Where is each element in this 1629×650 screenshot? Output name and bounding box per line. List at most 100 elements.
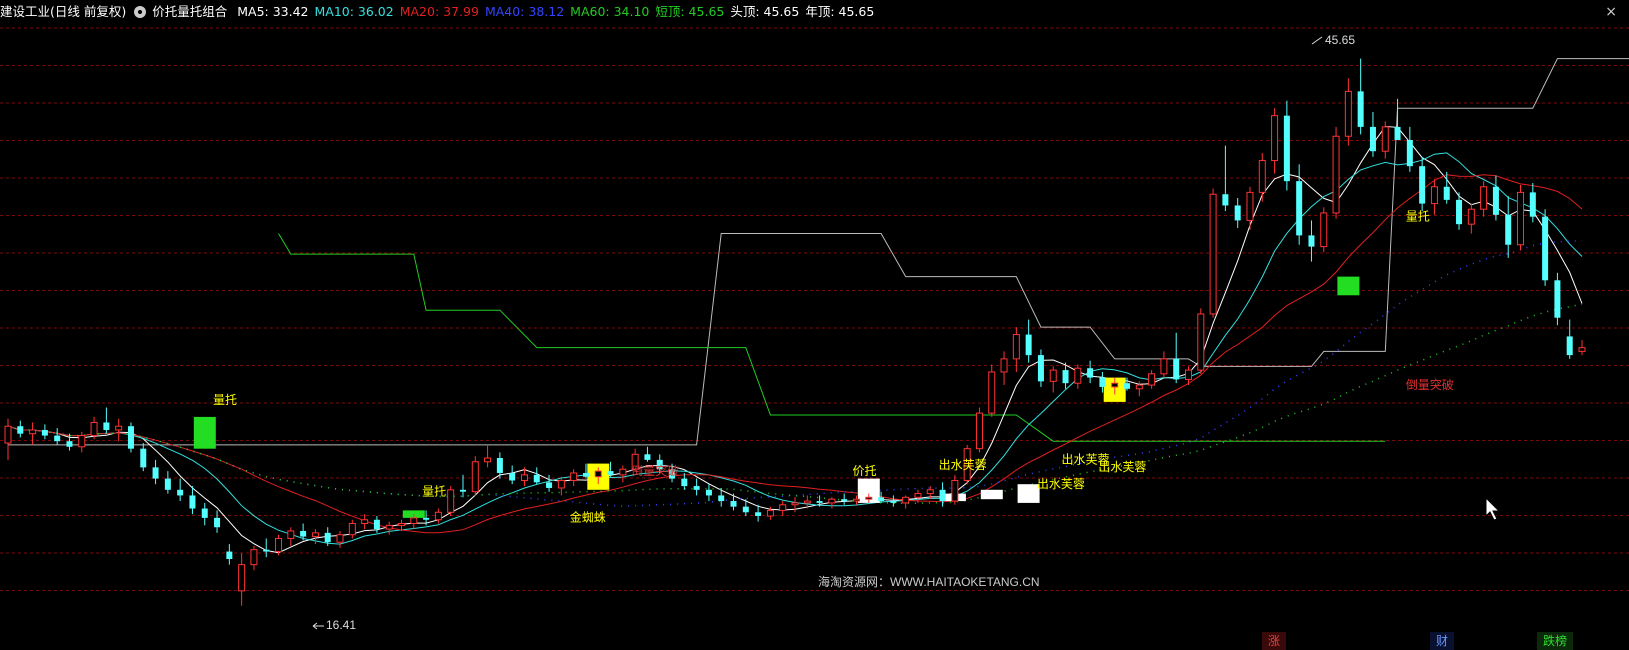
candle [1000,351,1008,386]
candle [250,545,258,571]
signal-label: 价托 [853,464,877,478]
candle [1554,272,1561,326]
candle [4,418,12,460]
candle [1246,186,1254,230]
candle [1197,308,1205,374]
candle [103,407,110,434]
chart-labels: 量托量托量托倒量突破倒量突破金蜘蛛价托 出水芙蓉出水芙蓉出水芙蓉出水芙蓉 [213,209,1454,524]
candle [140,443,147,472]
candle [1578,340,1586,356]
close-icon[interactable]: × [1605,0,1617,24]
candle [509,465,516,485]
footer-tab-2[interactable]: 跌榜 [1537,632,1574,650]
indicator-value-4: MA60: 34.10 [570,4,650,19]
candle [311,529,319,545]
indicator-name[interactable]: 价托量托组合 [152,4,227,19]
candle [1148,370,1156,389]
candle [693,478,700,496]
indicator-value-2: MA20: 37.99 [399,4,479,19]
footer-tab-0[interactable]: 涨 [1262,632,1287,650]
candle [1320,207,1328,253]
candle [115,418,123,442]
candle [177,478,184,502]
candle [41,424,48,440]
candle [287,527,295,546]
candle [29,422,37,445]
candle [1492,175,1499,221]
candle [1209,188,1217,318]
candle [951,474,959,505]
candle [385,521,393,535]
candle [434,508,442,524]
candle [705,484,712,502]
candle [841,493,848,505]
indicator-value-3: MA40: 38.12 [484,4,565,19]
ma-line-ma10 [7,152,1583,545]
candle [1566,319,1573,359]
candle [164,471,171,494]
short-top-stair-line [278,233,1386,442]
watermark-text: 海淘资源网：WWW.HAITAOKETANG.CN [818,574,1040,589]
footer-tab-1[interactable]: 财 [1430,632,1455,650]
candle [152,459,159,485]
candle [546,474,553,492]
candle [484,444,492,468]
candle [263,538,270,558]
candle [1037,349,1044,387]
candle [1381,121,1389,159]
signal-label: 量托 [422,484,446,498]
high-price-label: 45.65 [1325,33,1355,47]
candle [1258,153,1266,202]
indicator-value-1: MA10: 36.02 [314,4,394,19]
candle [890,495,897,507]
signal-label: 出水芙蓉 [1098,460,1146,474]
candle [127,422,134,453]
candle [1074,364,1082,389]
candle [1271,108,1279,174]
candle [471,456,479,496]
low-arrow-icon [312,622,324,630]
indicator-value-5: 短顶: 45.65 [655,4,725,19]
candle [902,495,910,509]
candle [1467,203,1475,234]
candle [619,465,627,483]
indicator-value-0: MA5: 33.42 [237,4,309,19]
candle [336,530,344,548]
candle [1394,98,1401,140]
candle [570,469,578,487]
gear-icon[interactable] [134,5,147,18]
price-grid [0,27,1629,591]
mouse-cursor-icon [1485,496,1501,521]
candle [1344,78,1352,146]
candle [1160,351,1168,378]
signal-label: 倒量突破 [1406,377,1454,392]
high-arrow-icon [1311,36,1323,45]
candle [1529,183,1536,223]
candle [1406,126,1413,172]
candle [644,446,651,462]
signal-markers [193,276,1360,518]
signal-label: 出水芙蓉 [939,458,987,472]
indicator-value-7: 年顶: 45.65 [805,4,875,19]
candle [90,416,98,440]
ma-line-ma60 [7,303,1583,505]
candle [348,519,356,539]
ma-line-ma5 [7,125,1583,554]
candle [828,497,836,509]
candle [361,514,369,530]
candle [1308,220,1315,262]
candle [1332,126,1340,219]
candle [1025,319,1032,363]
ma-line-ma20 [7,174,1583,534]
candle [730,493,737,511]
candle [939,482,946,507]
candlestick-chart[interactable]: 量托量托量托倒量突破倒量突破金蜘蛛价托 出水芙蓉出水芙蓉出水芙蓉出水芙蓉 海淘资源… [0,0,1629,632]
candle [975,407,983,453]
candle [533,467,540,485]
candle [17,420,24,438]
candle [1505,196,1512,258]
candle [1357,58,1364,135]
signal-label: 金蜘蛛 [570,510,606,525]
stock-title[interactable]: 建设工业(日线 前复权) [0,4,126,19]
candle [447,486,455,517]
